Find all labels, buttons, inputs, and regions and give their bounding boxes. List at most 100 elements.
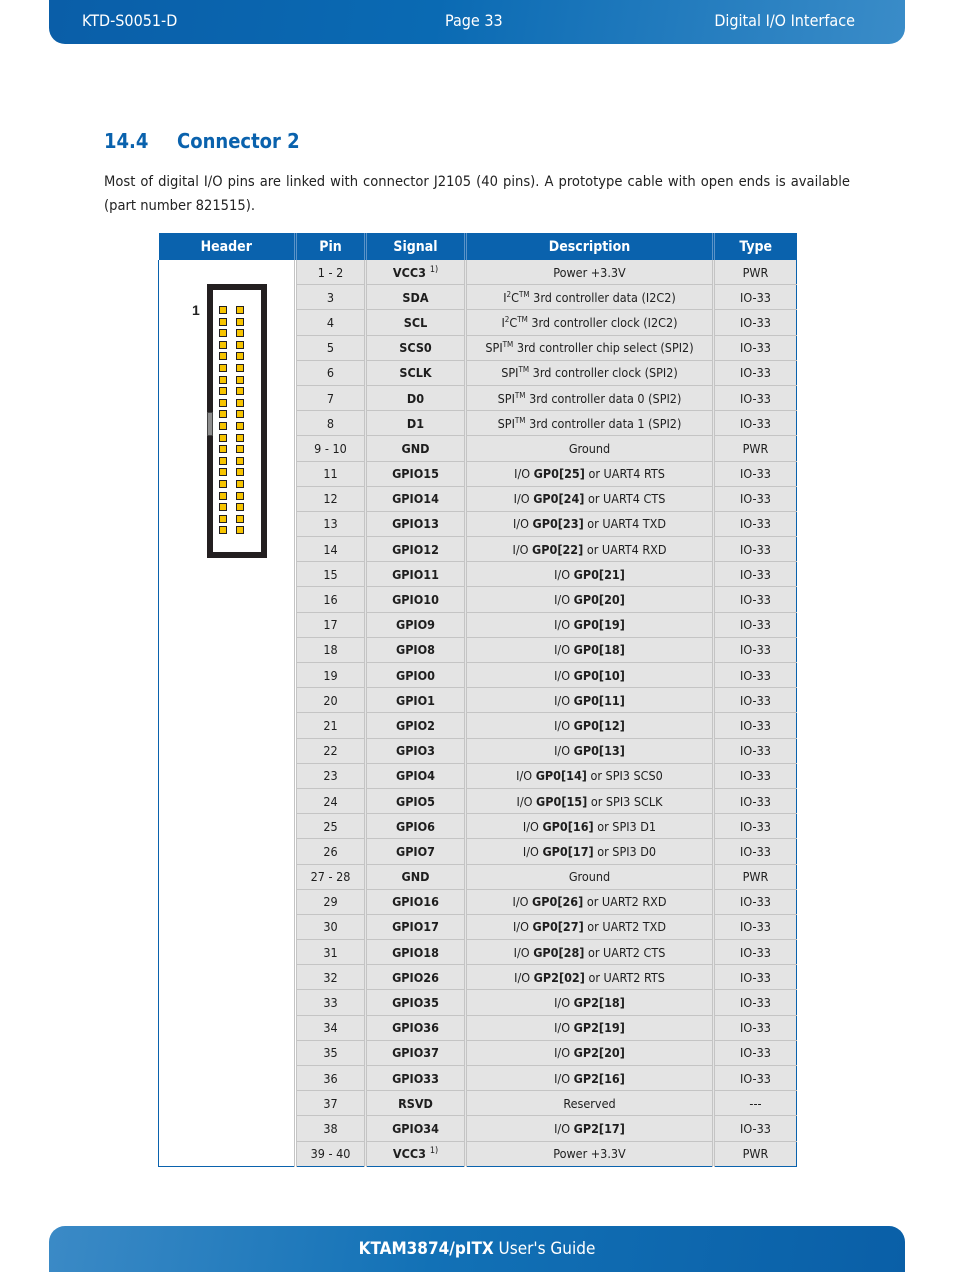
type-cell: IO-33	[712, 813, 797, 840]
signal-name: VCC3	[392, 264, 426, 280]
signal-cell: SCL	[364, 309, 466, 336]
signal-cell: VCC3 1)	[364, 1141, 466, 1167]
pin-cell: 31	[294, 939, 366, 966]
type-cell: PWR	[712, 1141, 797, 1167]
description-cell: I/O GP0[24] or UART4 CTS	[464, 486, 714, 512]
description-cell: I/O GP0[23] or UART4 TXD	[464, 511, 714, 538]
signal-name: GPIO37	[392, 1045, 439, 1061]
pin-cell: 8	[294, 410, 366, 437]
signal-name: GPIO33	[392, 1070, 439, 1086]
connector-pin	[219, 329, 227, 338]
superscript: TM	[514, 390, 526, 400]
connector-pin	[236, 375, 244, 384]
description-cell: I/O GP0[27] or UART2 TXD	[464, 914, 714, 941]
description-text: SPI	[501, 365, 519, 381]
pin-cell: 15	[294, 561, 366, 588]
type-cell: IO-33	[712, 788, 797, 815]
pin-cell: 21	[294, 712, 366, 739]
connector-pin	[219, 317, 227, 326]
description-text: I/O	[554, 667, 574, 683]
signal-name: VCC3	[392, 1146, 426, 1162]
signal-name: GPIO14	[392, 491, 439, 507]
connector-pinout-table: Header Pin Signal Description Type 1 1 - …	[158, 233, 797, 1167]
signal-name: SCL	[403, 314, 428, 330]
connector-pin	[219, 445, 227, 454]
type-cell: IO-33	[712, 662, 797, 689]
signal-name: GPIO36	[392, 1020, 439, 1036]
signal-cell: GPIO34	[364, 1115, 466, 1142]
register-name: GP0[19]	[573, 617, 625, 633]
description-text: C	[511, 289, 519, 305]
description-text: Ground	[568, 440, 611, 456]
description-text: 3rd controller data 1 (SPI2)	[525, 415, 682, 431]
type-cell: IO-33	[712, 687, 797, 714]
signal-cell: GPIO5	[364, 788, 466, 815]
description-text: 3rd controller clock (SPI2)	[529, 365, 678, 381]
connector-pin	[219, 398, 227, 407]
connector-pin	[219, 364, 227, 372]
connector-pin	[236, 329, 244, 338]
pin-cell: 19	[294, 662, 366, 689]
connector-pin	[219, 526, 227, 535]
signal-name: GPIO34	[392, 1120, 439, 1136]
connector-housing	[207, 284, 267, 558]
description-text: or UART4 RXD	[583, 541, 667, 557]
type-cell: IO-33	[712, 889, 797, 915]
pin-cell: 33	[294, 989, 366, 1016]
register-name: GP0[20]	[573, 592, 625, 608]
signal-cell: GPIO17	[364, 914, 466, 941]
signal-name: GND	[401, 869, 430, 885]
signal-name: GPIO26	[392, 969, 439, 985]
description-text: I/O	[554, 566, 574, 582]
connector-pin	[236, 514, 244, 523]
document-id: KTD-S0051-D	[82, 11, 178, 30]
signal-cell: GPIO18	[364, 939, 466, 966]
signal-cell: GPIO35	[364, 989, 466, 1016]
table-body: 11 - 2 VCC3 1) Power +3.3V PWR 3 SDA I2CTM 3rd…	[158, 260, 797, 1167]
description-text: I/O	[554, 1020, 574, 1036]
description-cell: I/O GP0[11]	[464, 687, 714, 714]
connector-pin	[219, 375, 227, 384]
connector-pin	[219, 433, 227, 442]
description-text: or SPI3 SCS0	[586, 768, 663, 784]
description-cell: Ground	[464, 864, 714, 890]
description-text: 3rd controller data (I2C2)	[529, 289, 676, 305]
connector-pin	[219, 480, 227, 488]
signal-name: GPIO17	[392, 919, 439, 935]
description-text: or UART2 TXD	[583, 919, 667, 935]
description-cell: I/O GP0[21]	[464, 561, 714, 588]
connector-pin	[219, 491, 227, 500]
pin-cell: 35	[294, 1040, 366, 1067]
type-cell: IO-33	[712, 410, 797, 437]
section-number: 14.4	[104, 129, 149, 153]
description-cell: I2CTM 3rd controller data (I2C2)	[464, 284, 714, 311]
pin-cell: 11	[294, 461, 366, 487]
description-text: I/O	[514, 969, 534, 985]
description-text: I/O	[554, 1045, 574, 1061]
type-cell: IO-33	[712, 738, 797, 764]
register-name: GP0[15]	[536, 793, 588, 809]
register-name: GP0[14]	[535, 768, 587, 784]
signal-name: GPIO13	[392, 516, 439, 532]
description-cell: I/O GP0[18]	[464, 637, 714, 664]
register-name: GP0[13]	[573, 743, 625, 759]
signal-name: GPIO7	[395, 843, 436, 859]
description-cell: I/O GP0[15] or SPI3 SCLK	[464, 788, 714, 815]
connector-pin	[219, 340, 227, 349]
description-text: I/O	[516, 793, 537, 809]
type-cell: PWR	[712, 864, 797, 890]
connector-pin	[236, 491, 244, 500]
type-cell: IO-33	[712, 964, 797, 991]
register-name: GP2[20]	[573, 1045, 625, 1061]
pin-cell: 13	[294, 511, 366, 538]
column-header-signal: Signal	[364, 233, 466, 260]
description-cell: I/O GP0[25] or UART4 RTS	[464, 461, 714, 487]
pin-cell: 29	[294, 889, 366, 915]
description-text: I/O	[512, 894, 533, 910]
type-cell: ---	[712, 1090, 797, 1117]
signal-name: GPIO9	[395, 617, 436, 633]
page-footer-bar: KTAM3874/pITX User's Guide	[49, 1226, 905, 1272]
connector-pin	[219, 410, 227, 419]
description-text: I/O	[513, 491, 534, 507]
register-name: GP0[11]	[573, 692, 625, 708]
